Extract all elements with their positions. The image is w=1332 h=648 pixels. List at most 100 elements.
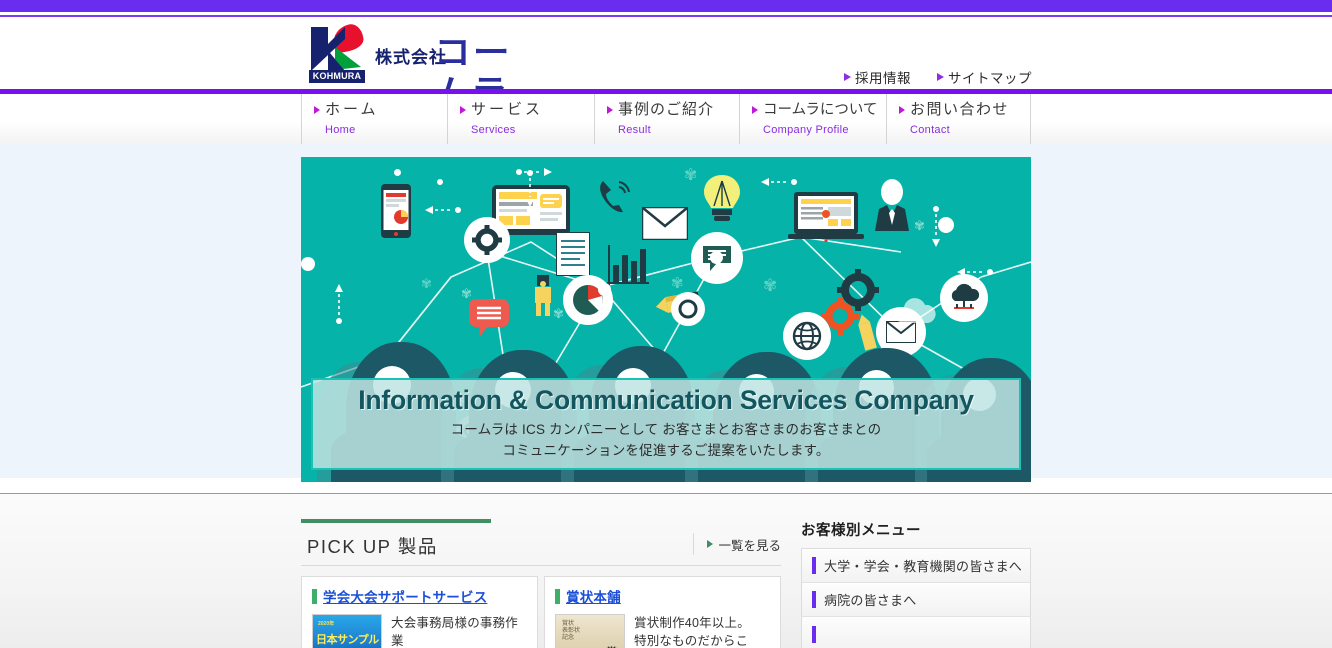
utility-link-recruit-label: 採用情報 <box>855 71 911 86</box>
gear-icon: ✾ <box>914 218 925 233</box>
utility-link-sitemap-label: サイトマップ <box>948 71 1032 86</box>
customer-menu-item-hospital-label: 病院の皆さまへ <box>824 593 917 608</box>
utility-link-sitemap[interactable]: サイトマップ <box>937 67 1032 87</box>
utility-nav: 採用情報 サイトマップ <box>844 67 1032 87</box>
global-nav: ホーム Home サービス Services 事例のご紹介 Result コーム… <box>0 94 1332 144</box>
nav-item-contact-label: お問い合わせ <box>910 101 1010 118</box>
site-header: KOHMURA 株式会社 コームラ 採用情報 サイトマップ <box>0 17 1332 112</box>
page-root: KOHMURA 株式会社 コームラ 採用情報 サイトマップ ホーム <box>0 0 1332 648</box>
businessman-icon <box>871 179 913 238</box>
customer-menu-item-third[interactable] <box>802 617 1030 648</box>
gear-icon <box>464 217 510 263</box>
pickup-more-label: 一覧を見る <box>718 538 781 553</box>
hero-caption: Information & Communication Services Com… <box>311 378 1021 470</box>
network-node <box>938 217 954 233</box>
pickup-card-list: 学会大会サポートサービス 2020年 日本サンプル学 学術集会 大会事務局様の事… <box>301 576 781 648</box>
chevron-right-icon <box>899 106 905 114</box>
nav-item-home-ja: ホーム <box>314 100 447 120</box>
network-node <box>394 169 401 176</box>
nav-item-contact-en: Contact <box>910 124 951 136</box>
hero-subtext: コームラは ICS カンパニーとして お客さまとお客さまのお客さまとの コミュニ… <box>313 419 1019 461</box>
thumb-line-1: 2020年 <box>318 621 335 627</box>
gear-icon: ✾ <box>763 276 778 295</box>
card-accent-bar <box>312 588 317 604</box>
pickup-card-title: 賞状本舗 <box>555 586 770 606</box>
customer-menu-section: お客様別メニュー 大学・学会・教育機関の皆さまへ 病院の皆さまへ <box>801 519 1031 648</box>
customer-menu-item-university-label: 大学・学会・教育機関の皆さまへ <box>824 559 1023 574</box>
lightbulb-icon <box>701 173 743 230</box>
customer-menu-item-university[interactable]: 大学・学会・教育機関の皆さまへ <box>802 549 1030 583</box>
gear-icon: ✾ <box>684 167 698 184</box>
site-logo[interactable]: KOHMURA 株式会社 コームラ <box>309 22 539 112</box>
pickup-accent-bar <box>301 519 491 523</box>
nav-item-contact-ja: お問い合わせ <box>899 100 1030 120</box>
hero-headline: Information & Communication Services Com… <box>358 385 974 415</box>
chevron-right-icon <box>314 106 320 114</box>
hero-subtext-line1: コームラは ICS カンパニーとして お客さまとお客さまのお客さまとの <box>450 422 882 437</box>
chevron-right-icon <box>460 106 466 114</box>
nav-item-result-en: Result <box>618 124 651 136</box>
chevron-right-icon <box>707 540 714 548</box>
network-node <box>437 179 443 185</box>
customer-menu-title: お客様別メニュー <box>801 523 921 539</box>
hero-subtext-line2: コミュニケーションを促進するご提案をいたします。 <box>502 443 830 458</box>
nav-item-home[interactable]: ホーム Home <box>301 94 447 144</box>
chevron-right-icon <box>607 106 613 114</box>
pickup-card[interactable]: 賞状本舗 賞状表彰状記念 賞 賞状制作40年以上。特別なものだからこそ、 <box>544 576 781 648</box>
pickup-card-body: 2020年 日本サンプル学 学術集会 大会事務局様の事務作業の労力を軽減し、学会… <box>312 614 527 648</box>
nav-item-result-label: 事例のご紹介 <box>618 101 715 118</box>
nav-item-company-profile-ja: コームラについて <box>752 100 886 120</box>
person-small-icon <box>531 275 555 322</box>
logo-mark-icon: KOHMURA <box>309 22 366 83</box>
item-accent-bar <box>812 557 816 574</box>
arrow-up-icon <box>335 284 343 324</box>
nav-item-result[interactable]: 事例のご紹介 Result <box>594 94 739 144</box>
thumb-seal: 賞 <box>606 644 617 648</box>
nav-item-services-label: サービス <box>471 101 544 118</box>
ring-node-icon <box>671 292 705 326</box>
pickup-header: PICK UP 製品 一覧を見る <box>301 519 781 566</box>
gear-icon: ✾ <box>421 276 432 291</box>
nav-item-home-label: ホーム <box>325 101 379 118</box>
customer-menu-item-hospital[interactable]: 病院の皆さまへ <box>802 583 1030 617</box>
gear-icon: ✾ <box>671 275 684 292</box>
pickup-card-text: 賞状制作40年以上。特別なものだからこそ、 <box>634 616 750 648</box>
certificate-thumbnail: 賞状表彰状記念 賞 <box>555 614 625 648</box>
card-accent-bar <box>555 588 560 604</box>
nav-item-services[interactable]: サービス Services <box>447 94 594 144</box>
pickup-card-title: 学会大会サポートサービス <box>312 586 527 606</box>
arrow-right-icon <box>516 168 552 176</box>
pickup-card[interactable]: 学会大会サポートサービス 2020年 日本サンプル学 学術集会 大会事務局様の事… <box>301 576 538 648</box>
nav-item-company-profile-en: Company Profile <box>763 124 849 136</box>
arrow-down-icon <box>526 170 534 207</box>
nav-item-company-profile-label: コームラについて <box>763 102 878 118</box>
pickup-card-link[interactable]: 学会大会サポートサービス <box>323 586 487 606</box>
pickup-card-link[interactable]: 賞状本舗 <box>566 586 621 606</box>
nav-item-result-ja: 事例のご紹介 <box>607 100 739 120</box>
triangle-right-icon <box>937 73 944 81</box>
content-area: PICK UP 製品 一覧を見る 学会大会サポートサービス 2020年 日本サン… <box>0 494 1332 648</box>
nav-item-company-profile[interactable]: コームラについて Company Profile <box>739 94 886 144</box>
item-accent-bar <box>812 591 816 608</box>
network-node <box>710 251 723 264</box>
network-node <box>598 283 611 296</box>
smartphone-icon <box>381 184 411 243</box>
logo-kohmura-text: KOHMURA <box>309 70 365 83</box>
utility-link-recruit[interactable]: 採用情報 <box>844 67 911 87</box>
thumb-strokes: 賞状 表彰状 記念 <box>562 621 581 641</box>
nav-item-home-en: Home <box>325 124 356 136</box>
telephone-icon <box>597 179 631 224</box>
envelope-icon <box>640 205 690 245</box>
cloud-icon <box>893 297 939 328</box>
customer-menu-list: 大学・学会・教育機関の皆さまへ 病院の皆さまへ <box>801 548 1031 648</box>
document-icon <box>555 231 591 281</box>
arrow-left-icon <box>957 268 993 276</box>
nav-item-contact[interactable]: お問い合わせ Contact <box>886 94 1031 144</box>
top-accent-bar <box>0 0 1332 12</box>
pickup-more-link[interactable]: 一覧を見る <box>693 533 781 555</box>
network-node <box>301 257 315 271</box>
global-nav-items: ホーム Home サービス Services 事例のご紹介 Result コーム… <box>301 94 1031 144</box>
pickup-section: PICK UP 製品 一覧を見る 学会大会サポートサービス 2020年 日本サン… <box>301 519 781 648</box>
hero-banner[interactable]: ✾ ✾ ✾ ✾ ✾ ✾ ✾ ✾ ✾ ✾ ✾ ✾ <box>301 157 1031 482</box>
nav-item-services-en: Services <box>471 124 516 136</box>
